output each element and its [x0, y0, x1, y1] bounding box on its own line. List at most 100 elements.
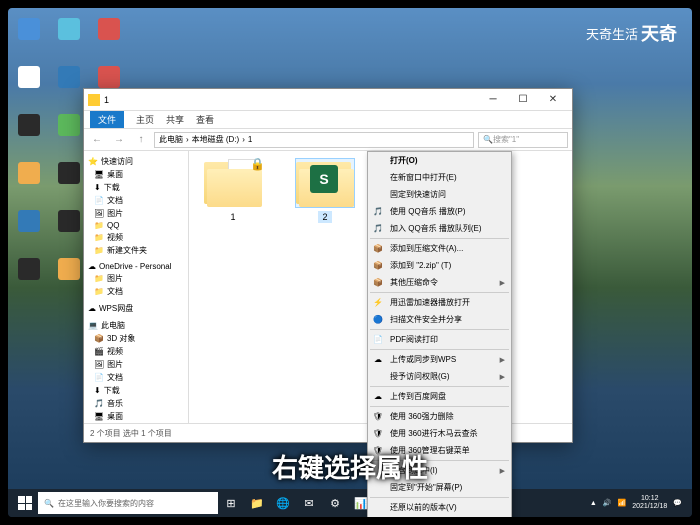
tree-item[interactable]: 🖥 桌面	[86, 410, 186, 423]
up-button[interactable]: ↑	[132, 131, 150, 149]
tree-onedrive[interactable]: ☁ OneDrive - Personal	[86, 261, 186, 272]
breadcrumb-item[interactable]: 1	[248, 135, 252, 144]
folder-item[interactable]: 🔒 1	[197, 159, 269, 223]
context-menu-item[interactable]: ☁上传或同步到WPS▶	[368, 351, 511, 368]
ribbon-share[interactable]: 共享	[166, 113, 184, 126]
desktop-icon[interactable]	[53, 66, 85, 106]
tree-item[interactable]: 📄 文档	[86, 194, 186, 207]
nav-sidebar: ⭐ 快速访问 🖥 桌面 ⬇ 下载 📄 文档 🖼 图片 📁 QQ 📁 视频 📁 新…	[84, 151, 189, 423]
ribbon: 文件 主页 共享 查看	[84, 111, 572, 129]
desktop-icon[interactable]	[53, 162, 85, 202]
breadcrumb-item[interactable]: 此电脑	[159, 134, 183, 145]
ribbon-home[interactable]: 主页	[136, 113, 154, 126]
address-bar: ← → ↑ 此电脑› 本地磁盘 (D:)› 1 🔍 搜索"1"	[84, 129, 572, 151]
folder-label: 1	[226, 211, 239, 223]
desktop-icon[interactable]	[13, 66, 45, 106]
back-button[interactable]: ←	[88, 131, 106, 149]
window-title: 1	[104, 95, 478, 105]
tree-item[interactable]: 🖼 图片	[86, 358, 186, 371]
context-menu-item[interactable]: 📦其他压缩命令▶	[368, 274, 511, 291]
breadcrumb-item[interactable]: 本地磁盘 (D:)	[192, 134, 240, 145]
tree-item[interactable]: 🎵 音乐	[86, 397, 186, 410]
context-menu-item[interactable]: 在新窗口中打开(E)	[368, 169, 511, 186]
explorer-body: ⭐ 快速访问 🖥 桌面 ⬇ 下载 📄 文档 🖼 图片 📁 QQ 📁 视频 📁 新…	[84, 151, 572, 423]
folder-item-selected[interactable]: S 2	[289, 159, 361, 223]
tree-item[interactable]: ⬇ 下载	[86, 181, 186, 194]
context-menu-item[interactable]: 授予访问权限(G)▶	[368, 368, 511, 385]
tree-thispc[interactable]: 💻 此电脑	[86, 319, 186, 332]
folder-icon: 🔒	[204, 159, 262, 207]
content-area[interactable]: 🔒 1 S 2 打开(O)在新窗口中打开(E)固定到快速访问🎵使用 QQ音乐 播…	[189, 151, 572, 423]
watermark: 天奇生活 天奇	[586, 20, 677, 46]
video-caption: 右键选择属性	[272, 448, 428, 485]
context-menu-item[interactable]: 🔵扫描文件安全并分享	[368, 311, 511, 328]
desktop-icon[interactable]	[13, 258, 45, 298]
tree-quick-access[interactable]: ⭐ 快速访问	[86, 155, 186, 168]
desktop-icon[interactable]	[13, 210, 45, 250]
forward-button[interactable]: →	[110, 131, 128, 149]
tree-item[interactable]: 🖥 桌面	[86, 168, 186, 181]
window-controls: ─ ☐ ✕	[478, 90, 568, 110]
task-view-button[interactable]: ⊞	[218, 490, 244, 516]
titlebar[interactable]: 1 ─ ☐ ✕	[84, 89, 572, 111]
tree-item[interactable]: 🎬 视频	[86, 345, 186, 358]
context-menu-item[interactable]: 🎵加入 QQ音乐 播放队列(E)	[368, 220, 511, 237]
tree-item[interactable]: 📁 视频	[86, 231, 186, 244]
system-tray[interactable]: ▲ 🔊 📶 10:12 2021/12/18 💬	[590, 495, 688, 510]
tray-icon[interactable]: 🔊	[603, 499, 612, 507]
context-menu-item[interactable]: 📦添加到压缩文件(A)...	[368, 240, 511, 257]
tree-item[interactable]: ⬇ 下载	[86, 384, 186, 397]
tree-item[interactable]: 📁 新建文件夹	[86, 244, 186, 257]
maximize-button[interactable]: ☐	[508, 90, 538, 110]
context-menu-item[interactable]: 📦添加到 "2.zip" (T)	[368, 257, 511, 274]
clock-date[interactable]: 2021/12/18	[632, 503, 667, 511]
folder-icon	[88, 94, 100, 106]
desktop-icon[interactable]	[53, 258, 85, 298]
desktop-screen: 天奇生活 天奇 1 ─ ☐ ✕ 文件	[8, 8, 692, 517]
desktop-icon[interactable]	[13, 18, 45, 58]
notification-icon[interactable]: 💬	[673, 499, 682, 507]
desktop-icon[interactable]	[93, 18, 125, 58]
tree-item[interactable]: 📁 图片	[86, 272, 186, 285]
context-menu-item[interactable]: 固定到快速访问	[368, 186, 511, 203]
context-menu-item[interactable]: ⚡用迅雷加速器播放打开	[368, 294, 511, 311]
folder-label: 2	[318, 211, 331, 223]
desktop-icon[interactable]	[53, 210, 85, 250]
taskbar-search[interactable]: 🔍 在这里输入你要搜索的内容	[38, 492, 218, 514]
taskbar-app[interactable]: 🌐	[270, 490, 296, 516]
tree-item[interactable]: 📦 3D 对象	[86, 332, 186, 345]
folder-icon: S	[296, 159, 354, 207]
desktop-icon[interactable]	[53, 18, 85, 58]
context-menu-item[interactable]: 🎵使用 QQ音乐 播放(P)	[368, 203, 511, 220]
context-menu-item[interactable]: 📄PDF阅读打印	[368, 331, 511, 348]
ribbon-file[interactable]: 文件	[90, 111, 124, 128]
close-button[interactable]: ✕	[538, 90, 568, 110]
context-menu-item[interactable]: 🛡使用 360强力删除	[368, 408, 511, 425]
lock-icon: 🔒	[250, 157, 264, 171]
file-explorer-window: 1 ─ ☐ ✕ 文件 主页 共享 查看 ← → ↑ 此电脑› 本地磁盘 (D:)…	[83, 88, 573, 443]
context-menu-item[interactable]: 🛡使用 360进行木马云查杀	[368, 425, 511, 442]
taskbar-app[interactable]: 📁	[244, 490, 270, 516]
desktop-icon[interactable]	[13, 162, 45, 202]
tree-wps[interactable]: ☁ WPS网盘	[86, 302, 186, 315]
ribbon-view[interactable]: 查看	[196, 113, 214, 126]
excel-icon: S	[310, 165, 338, 193]
taskbar-app[interactable]: ⚙	[322, 490, 348, 516]
minimize-button[interactable]: ─	[478, 90, 508, 110]
context-menu-item[interactable]: 打开(O)	[368, 152, 511, 169]
tree-item[interactable]: 📁 文档	[86, 285, 186, 298]
search-input[interactable]: 🔍 搜索"1"	[478, 132, 568, 148]
taskbar-app[interactable]: ✉	[296, 490, 322, 516]
desktop-icon[interactable]	[53, 114, 85, 154]
tray-icon[interactable]: 📶	[618, 499, 627, 507]
tree-item[interactable]: 📁 QQ	[86, 220, 186, 231]
tray-icon[interactable]: ▲	[590, 500, 597, 507]
tree-item[interactable]: 📄 文档	[86, 371, 186, 384]
breadcrumb[interactable]: 此电脑› 本地磁盘 (D:)› 1	[154, 132, 474, 148]
clock-time[interactable]: 10:12	[632, 495, 667, 503]
desktop-icon[interactable]	[13, 114, 45, 154]
tree-item[interactable]: 🖼 图片	[86, 207, 186, 220]
context-menu-item[interactable]: ☁上传到百度网盘	[368, 388, 511, 405]
start-button[interactable]	[12, 490, 38, 516]
context-menu-item[interactable]: 还原以前的版本(V)	[368, 499, 511, 516]
